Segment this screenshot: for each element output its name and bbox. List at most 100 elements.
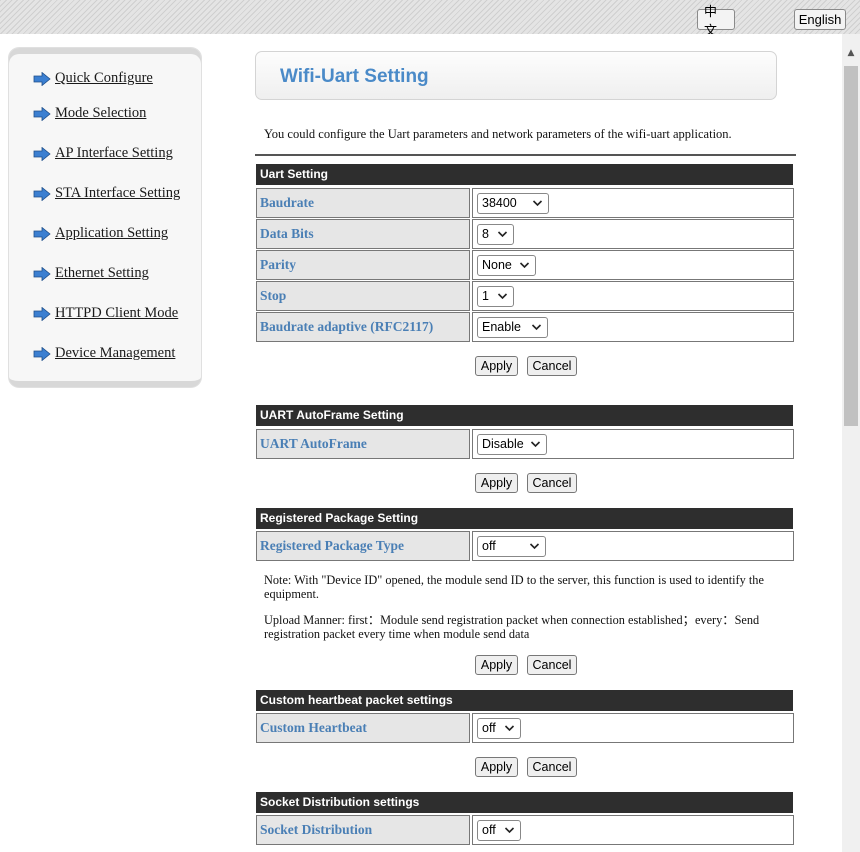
chevron-down-icon [497,231,508,238]
chevron-down-icon [532,200,543,207]
autoframe-cancel-button[interactable]: Cancel [527,473,577,493]
sidebar-item-ethernet[interactable]: Ethernet Setting [33,265,149,282]
chevron-down-icon [497,293,508,300]
heartbeat-apply-button[interactable]: Apply [475,757,518,777]
arrow-right-icon [33,106,51,121]
row-data-bits: Data Bits 8 [256,219,794,249]
arrow-right-icon [33,306,51,321]
uart-apply-button[interactable]: Apply [475,356,518,376]
stop-cell: 1 [472,281,794,311]
chevron-down-icon [531,324,542,331]
top-bar: 中文 English [0,0,860,38]
sidebar-item-label: Mode Selection [55,105,147,121]
baudrate-adaptive-value: Enable [482,320,521,334]
socket-distribution-select[interactable]: off [477,820,521,841]
section-header-registered: Registered Package Setting [256,508,793,529]
row-stop: Stop 1 [256,281,794,311]
autoframe-apply-button[interactable]: Apply [475,473,518,493]
scrollbar[interactable]: ▲ [842,34,860,852]
arrow-right-icon [33,346,51,361]
data-bits-select[interactable]: 8 [477,224,514,245]
baudrate-cell: 38400 [472,188,794,218]
custom-heartbeat-value: off [482,721,496,735]
scroll-thumb[interactable] [844,66,858,426]
arrow-right-icon [33,71,51,86]
section-header-autoframe: UART AutoFrame Setting [256,405,793,426]
page-title: Wifi-Uart Setting [280,66,429,87]
parity-value: None [482,258,512,272]
row-custom-heartbeat: Custom Heartbeat off [256,713,794,743]
chevron-down-icon [530,441,541,448]
chevron-down-icon [504,827,515,834]
arrow-right-icon [33,266,51,281]
language-english-button[interactable]: English [794,9,846,30]
row-parity: Parity None [256,250,794,280]
custom-heartbeat-cell: off [472,713,794,743]
registered-package-select[interactable]: off [477,536,546,557]
registered-note-device-id: Note: With "Device ID" opened, the modul… [264,573,764,601]
registered-package-cell: off [472,531,794,561]
section-header-socket: Socket Distribution settings [256,792,793,813]
chevron-down-icon [504,725,515,732]
sidebar-nav: Quick Configure Mode Selection AP Interf… [9,48,201,387]
stop-value: 1 [482,289,489,303]
registered-apply-button[interactable]: Apply [475,655,518,675]
parity-cell: None [472,250,794,280]
stop-select[interactable]: 1 [477,286,514,307]
sidebar-item-mode-selection[interactable]: Mode Selection [33,105,146,122]
baudrate-adaptive-cell: Enable [472,312,794,342]
autoframe-select[interactable]: Disable [477,434,547,455]
socket-distribution-label: Socket Distribution [256,815,470,845]
baudrate-label: Baudrate [256,188,470,218]
baudrate-adaptive-select[interactable]: Enable [477,317,548,338]
uart-cancel-button[interactable]: Cancel [527,356,577,376]
chevron-down-icon [529,543,540,550]
row-baudrate: Baudrate 38400 [256,188,794,218]
divider [255,154,796,156]
sidebar-item-sta-interface[interactable]: STA Interface Setting [33,185,180,202]
sidebar-item-label: Quick Configure [55,70,153,86]
sidebar-item-label: STA Interface Setting [55,185,181,201]
sidebar-item-label: Ethernet Setting [55,265,149,281]
custom-heartbeat-label: Custom Heartbeat [256,713,470,743]
chevron-down-icon [519,262,530,269]
sidebar-item-label: Application Setting [55,225,169,241]
socket-distribution-value: off [482,823,496,837]
custom-heartbeat-select[interactable]: off [477,718,521,739]
sidebar-item-label: HTTPD Client Mode [55,305,179,321]
autoframe-cell: Disable [472,429,794,459]
sidebar-item-label: Device Management [55,345,176,361]
arrow-right-icon [33,186,51,201]
sidebar-item-device-management[interactable]: Device Management [33,345,175,362]
autoframe-label: UART AutoFrame [256,429,470,459]
arrow-right-icon [33,146,51,161]
sidebar-item-quick-configure[interactable]: Quick Configure [33,70,153,87]
baudrate-value: 38400 [482,196,517,210]
autoframe-value: Disable [482,437,524,451]
row-baudrate-adaptive: Baudrate adaptive (RFC2117) Enable [256,312,794,342]
sidebar-item-label: AP Interface Setting [55,145,173,161]
registered-package-value: off [482,539,496,553]
data-bits-label: Data Bits [256,219,470,249]
parity-select[interactable]: None [477,255,536,276]
heartbeat-cancel-button[interactable]: Cancel [527,757,577,777]
baudrate-select[interactable]: 38400 [477,193,549,214]
socket-distribution-cell: off [472,815,794,845]
data-bits-value: 8 [482,227,489,241]
baudrate-adaptive-label: Baudrate adaptive (RFC2117) [256,312,470,342]
page-title-box: Wifi-Uart Setting [255,51,777,100]
sidebar-item-application[interactable]: Application Setting [33,225,168,242]
arrow-right-icon [33,226,51,241]
sidebar-item-ap-interface[interactable]: AP Interface Setting [33,145,173,162]
section-header-heartbeat: Custom heartbeat packet settings [256,690,793,711]
registered-cancel-button[interactable]: Cancel [527,655,577,675]
language-chinese-button[interactable]: 中文 [697,4,735,38]
data-bits-cell: 8 [472,219,794,249]
parity-label: Parity [256,250,470,280]
page-intro: You could configure the Uart parameters … [264,127,732,141]
sidebar-item-httpd-client[interactable]: HTTPD Client Mode [33,305,178,322]
scroll-up-arrow-icon[interactable]: ▲ [842,48,860,62]
row-registered-package: Registered Package Type off [256,531,794,561]
row-socket-distribution: Socket Distribution off [256,815,794,845]
row-autoframe: UART AutoFrame Disable [256,429,794,459]
